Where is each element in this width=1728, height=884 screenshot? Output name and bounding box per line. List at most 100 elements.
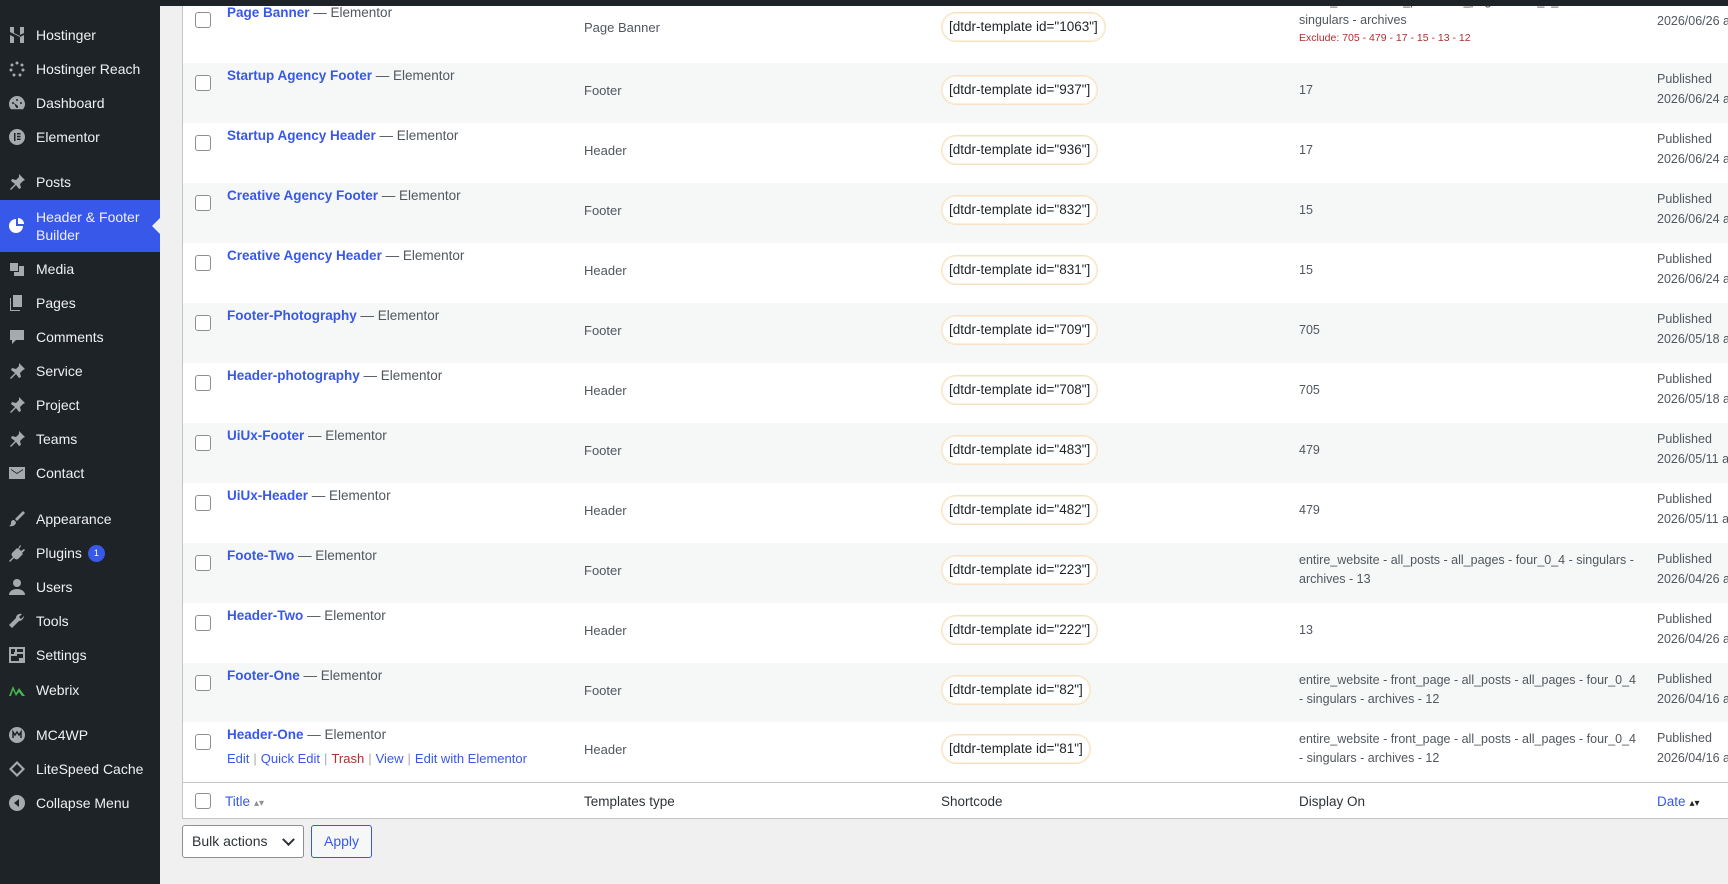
apply-button[interactable]: Apply	[311, 825, 372, 858]
template-builder-label: — Elementor	[294, 548, 377, 563]
publish-status: Published	[1657, 372, 1712, 386]
template-type: Page Banner	[584, 20, 660, 35]
display-on: entire_website - front_page - all_posts …	[1299, 730, 1639, 768]
shortcode-field[interactable]: [dtdr-template id="1063"]	[941, 12, 1106, 42]
publish-date-value: 2026/05/18 at	[1657, 332, 1728, 346]
row-action-edit[interactable]: Edit	[227, 751, 249, 766]
shortcode-field[interactable]: [dtdr-template id="223"]	[941, 555, 1099, 585]
sidebar-item-hostinger-reach[interactable]: Hostinger Reach	[0, 54, 160, 84]
sidebar-item-comments[interactable]: Comments	[0, 322, 160, 352]
row-checkbox[interactable]	[195, 195, 211, 211]
shortcode-field[interactable]: [dtdr-template id="936"]	[941, 135, 1099, 165]
shortcode-field[interactable]: [dtdr-template id="937"]	[941, 75, 1099, 105]
sidebar-item-mc4wp[interactable]: MC4WP	[0, 720, 160, 750]
column-header-date[interactable]: Date ▴▾	[1657, 794, 1700, 809]
sidebar-item-label: MC4WP	[36, 727, 89, 743]
template-title-link[interactable]: Creative Agency Header	[227, 248, 382, 263]
sidebar-item-header-footer-builder[interactable]: Header & Footer Builder	[0, 200, 160, 252]
shortcode-field[interactable]: [dtdr-template id="709"]	[941, 315, 1099, 345]
sidebar-item-pages[interactable]: Pages	[0, 288, 160, 318]
publish-date: Published 2026/04/26 at	[1657, 549, 1728, 589]
select-all-checkbox[interactable]	[195, 793, 211, 809]
sidebar-item-appearance[interactable]: Appearance	[0, 504, 160, 534]
column-header-title[interactable]: Title ▴▾	[225, 794, 264, 809]
sidebar-item-plugins[interactable]: Plugins 1	[0, 538, 160, 568]
template-title-link[interactable]: Header-Two	[227, 608, 303, 623]
template-title-link[interactable]: Foote-Two	[227, 548, 294, 563]
sidebar-item-hostinger[interactable]: Hostinger	[0, 20, 160, 50]
display-on-text: 17	[1299, 143, 1313, 157]
template-title-link[interactable]: UiUx-Footer	[227, 428, 304, 443]
row-checkbox[interactable]	[195, 12, 211, 28]
display-on-text: 705	[1299, 383, 1320, 397]
publish-status: Published	[1657, 312, 1712, 326]
shortcode-field[interactable]: [dtdr-template id="82"]	[941, 675, 1091, 705]
row-action-quick-edit[interactable]: Quick Edit	[261, 751, 320, 766]
hostinger-icon	[7, 25, 27, 45]
sidebar-item-project[interactable]: Project	[0, 390, 160, 420]
template-title-link[interactable]: Startup Agency Header	[227, 128, 376, 143]
sidebar-item-label: Teams	[36, 431, 78, 447]
template-title-link[interactable]: Header-One	[227, 727, 304, 742]
sidebar-item-label: Webrix	[36, 682, 80, 698]
publish-status: Published	[1657, 731, 1712, 745]
sidebar-item-litespeed-cache[interactable]: LiteSpeed Cache	[0, 754, 160, 784]
sidebar-item-teams[interactable]: Teams	[0, 424, 160, 454]
row-checkbox[interactable]	[195, 135, 211, 151]
row-checkbox[interactable]	[195, 734, 211, 750]
row-action-edit-elementor[interactable]: Edit with Elementor	[415, 751, 527, 766]
column-title-link[interactable]: Title	[225, 794, 250, 809]
publish-date-value: 2026/06/26 at	[1657, 14, 1728, 28]
shortcode-field[interactable]: [dtdr-template id="81"]	[941, 734, 1091, 764]
shortcode-field[interactable]: [dtdr-template id="222"]	[941, 615, 1099, 645]
row-checkbox[interactable]	[195, 615, 211, 631]
display-on: 705	[1299, 321, 1639, 340]
row-checkbox[interactable]	[195, 255, 211, 271]
publish-status: Published	[1657, 612, 1712, 626]
template-title: Header-Two — Elementor	[227, 608, 386, 623]
row-checkbox[interactable]	[195, 375, 211, 391]
shortcode-field[interactable]: [dtdr-template id="831"]	[941, 255, 1099, 285]
shortcode-field[interactable]: [dtdr-template id="482"]	[941, 495, 1099, 525]
template-title-link[interactable]: UiUx-Header	[227, 488, 308, 503]
publish-date-value: 2026/04/16 at	[1657, 692, 1728, 706]
template-title-link[interactable]: Creative Agency Footer	[227, 188, 378, 203]
litespeed-icon	[7, 759, 27, 779]
sidebar-item-settings[interactable]: Settings	[0, 640, 160, 670]
bulk-actions-select[interactable]: Bulk actions	[182, 825, 304, 858]
publish-status: Published	[1657, 132, 1712, 146]
column-date-link[interactable]: Date	[1657, 794, 1686, 809]
row-action-trash[interactable]: Trash	[331, 751, 364, 766]
pages-icon	[7, 293, 27, 313]
row-checkbox[interactable]	[195, 435, 211, 451]
template-title-link[interactable]: Footer-Photography	[227, 308, 357, 323]
sidebar-item-label: Appearance	[36, 511, 112, 527]
table-row: Creative Agency Header — Elementor Header…	[183, 243, 1728, 303]
sidebar-item-webrix[interactable]: Webrix	[0, 675, 160, 705]
shortcode-field[interactable]: [dtdr-template id="832"]	[941, 195, 1099, 225]
row-action-view[interactable]: View	[376, 751, 404, 766]
sidebar-item-users[interactable]: Users	[0, 572, 160, 602]
template-title-link[interactable]: Page Banner	[227, 5, 310, 20]
row-checkbox[interactable]	[195, 315, 211, 331]
sidebar-item-media[interactable]: Media	[0, 254, 160, 284]
shortcode-field[interactable]: [dtdr-template id="708"]	[941, 375, 1099, 405]
shortcode-field[interactable]: [dtdr-template id="483"]	[941, 435, 1099, 465]
template-type: Header	[584, 503, 627, 518]
sidebar-item-service[interactable]: Service	[0, 356, 160, 386]
row-checkbox[interactable]	[195, 675, 211, 691]
template-title-link[interactable]: Footer-One	[227, 668, 300, 683]
sidebar-item-elementor[interactable]: Elementor	[0, 122, 160, 152]
row-checkbox[interactable]	[195, 495, 211, 511]
row-checkbox[interactable]	[195, 555, 211, 571]
sidebar-item-label: Hostinger	[36, 27, 96, 43]
sidebar-item-posts[interactable]: Posts	[0, 167, 160, 197]
template-title-link[interactable]: Startup Agency Footer	[227, 68, 372, 83]
sidebar-item-tools[interactable]: Tools	[0, 606, 160, 636]
template-title-link[interactable]: Header-photography	[227, 368, 360, 383]
sidebar-item-contact[interactable]: Contact	[0, 458, 160, 488]
sidebar-item-collapse-menu[interactable]: Collapse Menu	[0, 788, 160, 818]
row-checkbox[interactable]	[195, 75, 211, 91]
templates-table: Page Banner — Elementor Page Banner [dtdr-…	[182, 0, 1728, 819]
sidebar-item-dashboard[interactable]: Dashboard	[0, 88, 160, 118]
